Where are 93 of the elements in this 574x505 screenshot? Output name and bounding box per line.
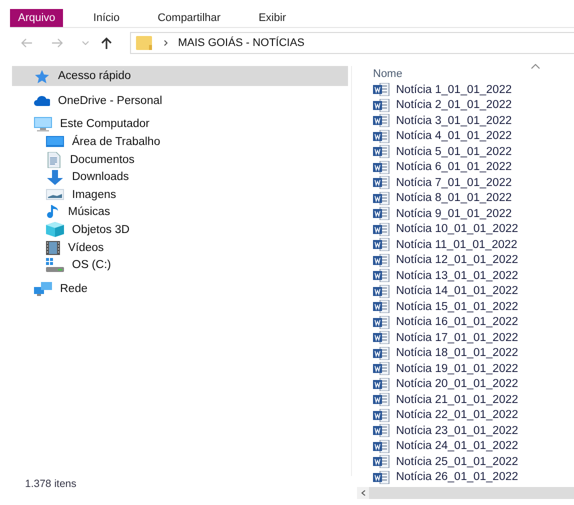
folder-icon: [136, 36, 152, 50]
ribbon-tab[interactable]: Compartilhar: [150, 9, 237, 27]
ribbon-tab[interactable]: Exibir: [250, 9, 302, 27]
file-name[interactable]: Notícia 3_01_01_2022: [396, 114, 512, 127]
word-document-icon: [373, 269, 390, 282]
file-name[interactable]: Notícia 19_01_01_2022: [396, 362, 518, 375]
sidebar-item[interactable]: Imagens: [12, 186, 348, 204]
sidebar-item[interactable]: Músicas: [12, 204, 348, 222]
file-name[interactable]: Notícia 24_01_01_2022: [396, 440, 518, 452]
ribbon-tab[interactable]: Arquivo: [10, 9, 64, 27]
word-document-icon: [373, 114, 390, 128]
file-name[interactable]: Notícia 6_01_01_2022: [396, 161, 512, 174]
word-document-icon: [373, 98, 390, 112]
word-document-icon: [373, 160, 390, 174]
down-arrow-icon: [46, 170, 64, 185]
sidebar-item[interactable]: Área de Trabalho: [12, 133, 348, 151]
word-document-icon: [373, 440, 390, 453]
column-header[interactable]: Nome: [373, 68, 402, 80]
word-document-icon: [373, 331, 390, 344]
file-name[interactable]: Notícia 21_01_01_2022: [396, 394, 518, 406]
word-document-icon: [373, 176, 390, 190]
sidebar-item[interactable]: Acesso rápido: [12, 66, 348, 86]
sidebar-item[interactable]: Vídeos: [12, 238, 348, 256]
word-document-icon: [373, 222, 390, 236]
sidebar-item[interactable]: Objetos 3D: [12, 221, 348, 239]
file-name[interactable]: Notícia 9_01_01_2022: [396, 208, 512, 220]
document-icon: [46, 152, 62, 168]
sidebar-item[interactable]: OS (C:): [12, 256, 348, 274]
file-name[interactable]: Notícia 22_01_01_2022: [396, 409, 518, 422]
sidebar-item[interactable]: Downloads: [12, 168, 348, 186]
file-name[interactable]: Notícia 5_01_01_2022: [396, 146, 512, 158]
file-name[interactable]: Notícia 10_01_01_2022: [396, 223, 518, 236]
chevron-down-icon[interactable]: [82, 41, 89, 45]
file-name[interactable]: Notícia 26_01_01_2022: [396, 471, 518, 484]
word-document-icon: [373, 378, 390, 391]
file-name[interactable]: Notícia 18_01_01_2022: [396, 347, 518, 360]
horizontal-scrollbar[interactable]: [357, 487, 574, 499]
folder-path[interactable]: MAIS GOIÁS - NOTÍCIAS: [178, 37, 305, 49]
file-name[interactable]: Notícia 11_01_01_2022: [396, 238, 518, 251]
word-document-icon: [373, 300, 390, 314]
file-name[interactable]: Notícia 12_01_01_2022: [396, 254, 518, 266]
word-document-icon: [373, 408, 390, 422]
word-document-icon: [373, 238, 390, 252]
star-icon: [34, 68, 50, 84]
file-name[interactable]: Notícia 23_01_01_2022: [396, 424, 518, 437]
cloud-icon: [34, 94, 50, 108]
word-document-icon: [373, 346, 390, 360]
file-name[interactable]: Notícia 7_01_01_2022: [396, 176, 512, 189]
desktop-icon: [46, 135, 64, 148]
word-document-icon: [373, 83, 390, 96]
sidebar-item[interactable]: Documentos: [12, 150, 348, 168]
file-name[interactable]: Notícia 15_01_01_2022: [396, 300, 518, 313]
file-name[interactable]: Notícia 16_01_01_2022: [396, 316, 518, 328]
word-document-icon: [373, 254, 390, 267]
word-document-icon: [373, 470, 390, 484]
network-icon: [34, 282, 52, 296]
sort-caret-icon: [531, 64, 540, 69]
word-document-icon: [373, 145, 390, 158]
cube-icon: [46, 222, 64, 238]
address-bar[interactable]: MAIS GOIÁS - NOTÍCIAS: [130, 32, 574, 54]
ribbon-tab[interactable]: Início: [85, 9, 136, 27]
file-name[interactable]: Notícia 8_01_01_2022: [396, 192, 512, 204]
chevron-right-icon: [164, 40, 168, 46]
file-name[interactable]: Notícia 20_01_01_2022: [396, 378, 518, 390]
word-document-icon: [373, 362, 390, 376]
forward-icon[interactable]: [51, 38, 64, 48]
word-document-icon: [373, 424, 390, 438]
word-document-icon: [373, 393, 390, 406]
file-name[interactable]: Notícia 13_01_01_2022: [396, 270, 518, 282]
file-name[interactable]: Notícia 1_01_01_2022: [396, 84, 512, 96]
sidebar-item[interactable]: OneDrive - Personal: [12, 92, 348, 110]
drive-icon: [46, 258, 64, 272]
file-name[interactable]: Notícia 4_01_01_2022: [396, 130, 512, 142]
file-name[interactable]: Notícia 2_01_01_2022: [396, 99, 512, 112]
file-name[interactable]: Notícia 25_01_01_2022: [396, 456, 518, 468]
word-document-icon: [373, 130, 390, 143]
up-arrow-icon[interactable]: [101, 37, 112, 49]
film-icon: [46, 240, 60, 255]
word-document-icon: [373, 192, 390, 205]
file-name[interactable]: Notícia 17_01_01_2022: [396, 332, 518, 344]
word-document-icon: [373, 284, 390, 298]
sidebar-item[interactable]: Rede: [12, 280, 348, 298]
image-icon: [46, 187, 64, 202]
file-name[interactable]: Notícia 14_01_01_2022: [396, 285, 518, 298]
scroll-left-icon[interactable]: [360, 490, 366, 496]
item-count: 1.378 itens: [24, 478, 78, 490]
word-document-icon: [373, 316, 390, 329]
word-document-icon: [373, 455, 390, 468]
sidebar-item[interactable]: Este Computador: [12, 116, 348, 134]
monitor-icon: [34, 116, 52, 132]
word-document-icon: [373, 207, 390, 220]
music-note-icon: [46, 204, 60, 220]
back-icon[interactable]: [20, 38, 33, 48]
